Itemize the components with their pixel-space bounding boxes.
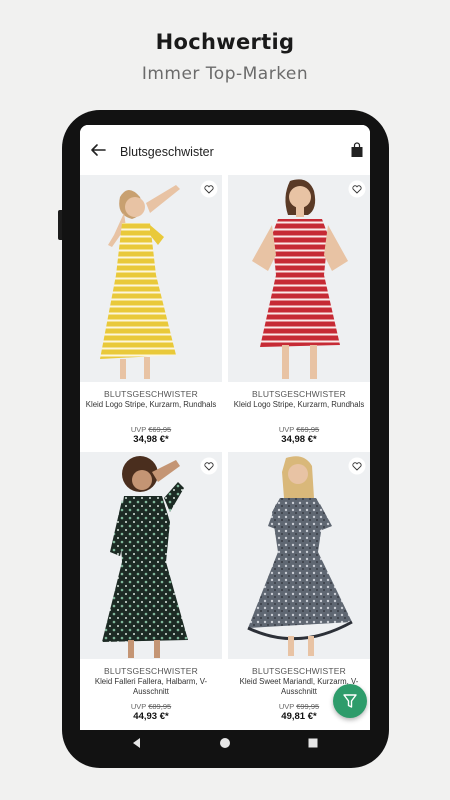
nav-recents-button[interactable] [306,736,320,750]
product-brand: BLUTSGESCHWISTER [252,389,346,399]
product-name: Kleid Logo Stripe, Kurzarm, Rundhals [233,400,365,409]
product-card[interactable]: BLUTSGESCHWISTER Kleid Logo Stripe, Kurz… [80,175,222,450]
uvp-price: €69,95 [148,425,172,434]
dress-photo-grey-print [247,456,353,656]
product-price: 34,98 €* [133,434,169,445]
product-card[interactable]: BLUTSGESCHWISTER Kleid Logo Stripe, Kurz… [228,175,370,450]
page-title: Blutsgeschwister [120,145,214,159]
uvp-label: UVP [130,702,147,711]
product-image[interactable] [80,175,222,382]
filter-icon [343,694,357,708]
product-image[interactable] [228,452,370,659]
uvp-label: UVP [278,702,295,711]
triangle-back-icon [133,738,140,748]
product-brand: BLUTSGESCHWISTER [104,389,198,399]
dress-photo-dark-print [102,456,188,658]
heart-icon [200,457,218,475]
product-uvp: UVP €89,95 [80,702,222,711]
product-brand: BLUTSGESCHWISTER [252,666,346,676]
nav-back-button[interactable] [130,736,144,750]
product-image[interactable] [228,175,370,382]
uvp-price: €89,95 [148,702,172,711]
favorite-button[interactable] [348,457,366,475]
system-nav-bar [80,730,370,756]
dress-photo-yellow [100,185,180,379]
heart-icon [200,180,218,198]
uvp-price: €69,95 [296,425,320,434]
product-image[interactable] [80,452,222,659]
app-bar: Blutsgeschwister [80,125,370,175]
uvp-label: UVP [278,425,295,434]
product-brand: BLUTSGESCHWISTER [104,666,198,676]
arrow-left-icon [91,144,106,156]
product-uvp: UVP €69,95 [228,425,370,434]
promo-subtitle: Immer Top-Marken [141,64,309,84]
heart-icon [348,180,366,198]
product-name: Kleid Logo Stripe, Kurzarm, Rundhals [85,400,217,409]
phone-side-button [58,210,62,240]
promo-page: Hochwertig Immer Top-Marken Blutsgeschwi… [0,0,450,800]
nav-home-button[interactable] [218,736,232,750]
promo-title: Hochwertig [155,30,295,54]
favorite-button[interactable] [200,457,218,475]
favorite-button[interactable] [348,180,366,198]
favorite-button[interactable] [200,180,218,198]
dress-photo-red [252,179,348,379]
product-name: Kleid Falleri Fallera, Halbarm, V-Aussch… [94,677,208,696]
uvp-label: UVP [130,425,147,434]
heart-icon [348,457,366,475]
square-recents-icon [308,738,318,748]
product-uvp: UVP €69,95 [80,425,222,434]
back-button[interactable] [86,140,110,160]
filter-button[interactable] [333,684,367,718]
uvp-price: €99,95 [296,702,320,711]
app-screen: Blutsgeschwister BLUTSGESCHWISTER Kleid … [80,125,370,730]
shopping-bag-icon [351,142,363,157]
product-price: 34,98 €* [281,434,317,445]
cart-button[interactable] [350,142,364,158]
product-card[interactable]: BLUTSGESCHWISTER Kleid Falleri Fallera, … [80,452,222,727]
product-price: 44,93 €* [133,711,169,722]
circle-home-icon [220,738,230,748]
